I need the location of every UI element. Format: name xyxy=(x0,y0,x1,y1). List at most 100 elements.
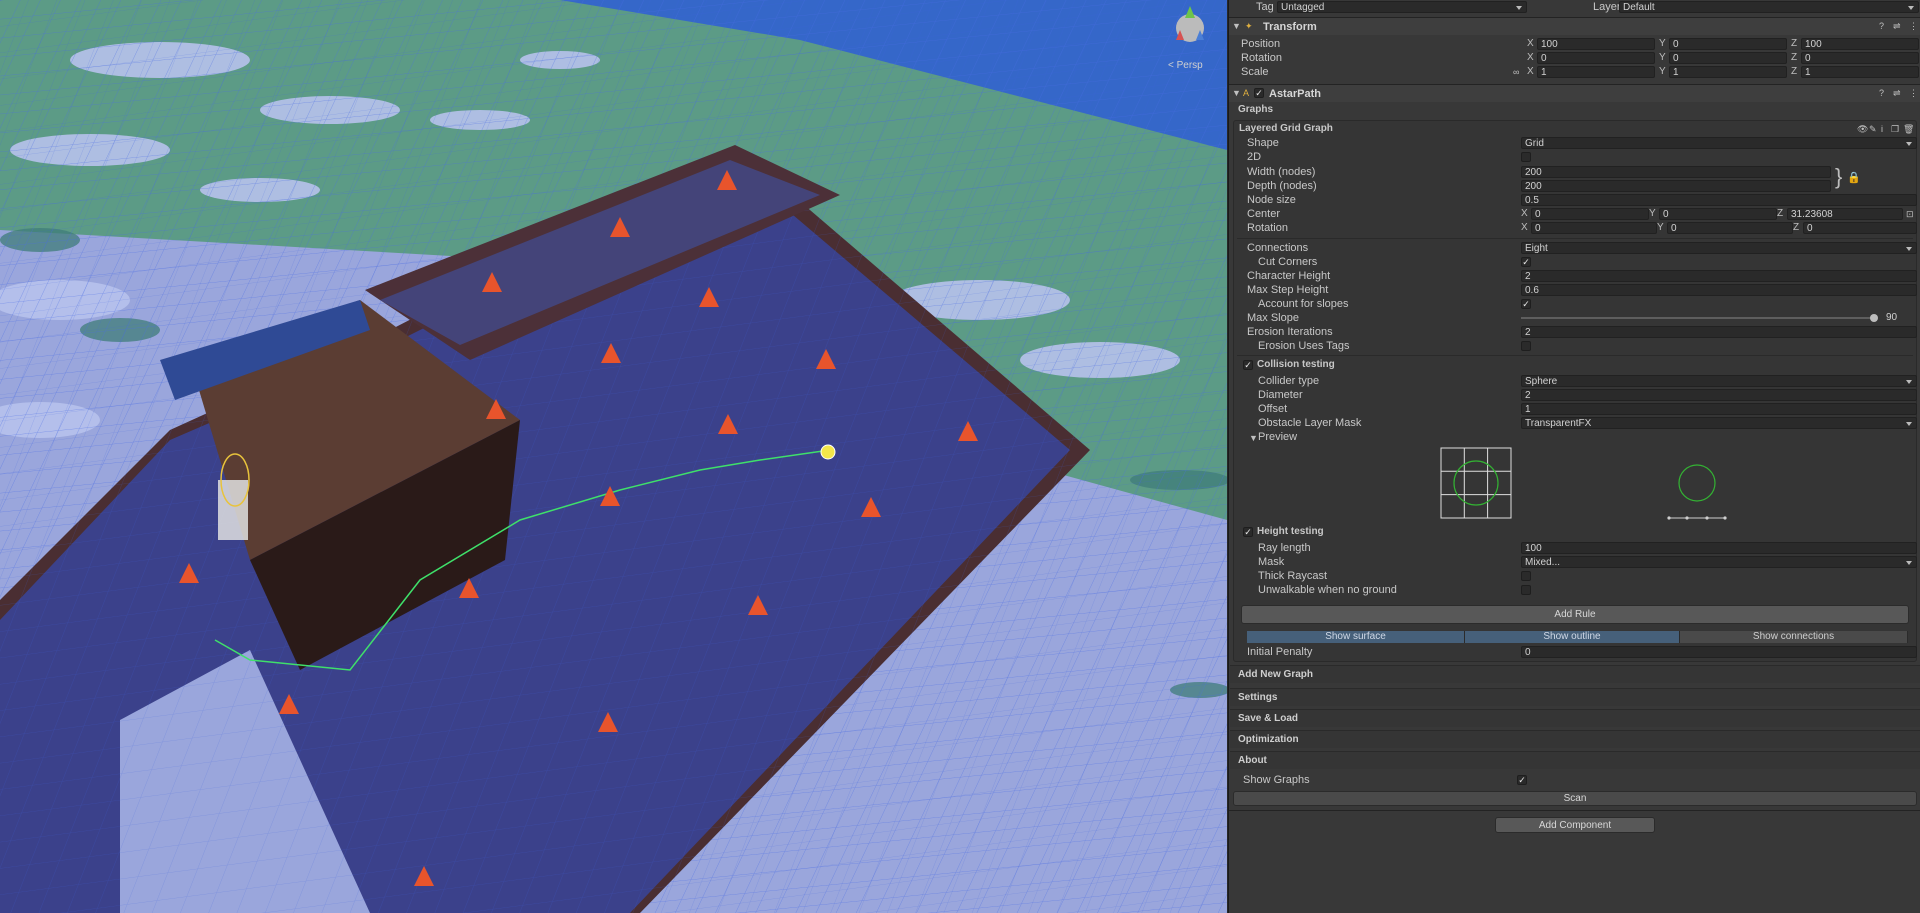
diameter-field[interactable]: 2 xyxy=(1521,389,1917,401)
collider-type-dropdown[interactable]: Sphere xyxy=(1521,375,1917,387)
show-surface-toggle[interactable]: Show surface xyxy=(1247,631,1465,643)
x-axis-label: X xyxy=(1521,208,1528,219)
offset-row: Offset 1 xyxy=(1229,402,1920,416)
graph-rotation-z-field[interactable]: 0 xyxy=(1803,222,1917,234)
scene-canvas[interactable]: < Persp xyxy=(0,0,1227,913)
foldout-arrow-icon[interactable]: ▼ xyxy=(1232,21,1241,31)
account-slopes-checkbox[interactable]: ✓ xyxy=(1521,299,1531,309)
account-slopes-label: Account for slopes xyxy=(1258,298,1349,310)
collision-label: Collision testing xyxy=(1257,359,1335,370)
max-slope-handle[interactable] xyxy=(1870,314,1878,322)
show-graphs-checkbox[interactable]: ✓ xyxy=(1517,775,1527,785)
rotation-z-field[interactable]: 0 xyxy=(1801,52,1919,64)
snap-icon[interactable]: ⊡ xyxy=(1906,207,1914,221)
scan-button[interactable]: Scan xyxy=(1233,791,1917,806)
help-icon[interactable]: ? xyxy=(1879,88,1884,98)
save-load-header[interactable]: Save & Load xyxy=(1230,709,1920,727)
preview-row: ▼ Preview xyxy=(1229,430,1920,444)
x-axis-label: X xyxy=(1527,52,1534,63)
obstacle-mask-row: Obstacle Layer Mask TransparentFX xyxy=(1229,416,1920,430)
shape-label: Shape xyxy=(1247,137,1279,149)
tag-layer-row: Tag Untagged Layer Default xyxy=(1229,0,1920,14)
depth-field[interactable]: 200 xyxy=(1521,180,1831,192)
erosion-tags-row: Erosion Uses Tags xyxy=(1229,339,1920,353)
height-testing-checkbox[interactable]: ✓ xyxy=(1243,527,1253,537)
rotation-x-field[interactable]: 0 xyxy=(1537,52,1655,64)
scale-z-field[interactable]: 1 xyxy=(1801,66,1919,78)
layer-dropdown[interactable]: Default xyxy=(1619,1,1919,13)
max-slope-field[interactable]: 90 xyxy=(1883,312,1917,324)
rotation-y-field[interactable]: 0 xyxy=(1669,52,1787,64)
erosion-tags-checkbox[interactable] xyxy=(1521,341,1531,351)
settings-header[interactable]: Settings xyxy=(1230,688,1920,706)
scene-view[interactable]: < Persp xyxy=(0,0,1227,913)
kebab-menu-icon[interactable]: ⋮ xyxy=(1909,88,1918,99)
offset-field[interactable]: 1 xyxy=(1521,403,1917,415)
eye-icon[interactable]: 👁 xyxy=(1857,122,1868,136)
max-step-height-field[interactable]: 0.6 xyxy=(1521,284,1917,296)
mask-dropdown[interactable]: Mixed... xyxy=(1521,556,1917,568)
width-field[interactable]: 200 xyxy=(1521,166,1831,178)
erosion-iterations-row: Erosion Iterations 2 xyxy=(1229,325,1920,339)
collision-checkbox[interactable]: ✓ xyxy=(1243,360,1253,370)
astarpath-header[interactable]: ▼ A ✓ AstarPath ? ⇌ ⋮ xyxy=(1229,84,1920,102)
scale-x-field[interactable]: 1 xyxy=(1537,66,1655,78)
presets-icon[interactable]: ⇌ xyxy=(1893,21,1901,32)
add-component-button[interactable]: Add Component xyxy=(1495,817,1655,833)
add-new-graph-header[interactable]: Add New Graph xyxy=(1230,665,1920,683)
character-height-field[interactable]: 2 xyxy=(1521,270,1917,282)
foldout-arrow-icon[interactable]: ▼ xyxy=(1232,88,1241,98)
position-z-field[interactable]: 100 xyxy=(1801,38,1919,50)
tag-dropdown[interactable]: Untagged xyxy=(1277,1,1527,13)
cut-corners-checkbox[interactable]: ✓ xyxy=(1521,257,1531,267)
delete-icon[interactable]: 🗑 xyxy=(1903,122,1914,136)
info-icon[interactable]: i xyxy=(1881,122,1883,136)
thick-raycast-checkbox[interactable] xyxy=(1521,571,1531,581)
graph-rotation-y-field[interactable]: 0 xyxy=(1667,222,1793,234)
initial-penalty-label: Initial Penalty xyxy=(1247,646,1313,658)
max-slope-row: Max Slope 90 xyxy=(1229,311,1920,325)
foldout-arrow-icon[interactable]: ▼ xyxy=(1249,431,1258,445)
center-y-field[interactable]: 0 xyxy=(1659,208,1777,220)
graph-rotation-x-field[interactable]: 0 xyxy=(1531,222,1657,234)
transform-icon: ✦ xyxy=(1245,21,1253,31)
collider-type-row: Collider type Sphere xyxy=(1229,374,1920,388)
show-connections-toggle[interactable]: Show connections xyxy=(1680,631,1908,643)
target-marker[interactable] xyxy=(820,444,836,460)
edit-icon[interactable]: ✎ xyxy=(1869,122,1877,136)
add-rule-button[interactable]: Add Rule xyxy=(1241,605,1909,624)
thick-raycast-row: Thick Raycast xyxy=(1229,569,1920,583)
graph-name: Layered Grid Graph xyxy=(1239,123,1333,134)
ray-length-field[interactable]: 100 xyxy=(1521,542,1917,554)
copy-icon[interactable]: ❐ xyxy=(1891,122,1899,136)
lock-icon[interactable]: 🔒 xyxy=(1847,171,1861,184)
optimization-header[interactable]: Optimization xyxy=(1230,730,1920,748)
position-x-field[interactable]: 100 xyxy=(1537,38,1655,50)
x-axis-label: X xyxy=(1527,38,1534,49)
shape-dropdown[interactable]: Grid xyxy=(1521,137,1917,149)
graph-rotation-label: Rotation xyxy=(1247,222,1288,234)
transform-header[interactable]: ▼ ✦ Transform ? ⇌ ⋮ xyxy=(1229,17,1920,35)
scale-y-field[interactable]: 1 xyxy=(1669,66,1787,78)
kebab-menu-icon[interactable]: ⋮ xyxy=(1909,21,1918,32)
center-x-field[interactable]: 0 xyxy=(1531,208,1649,220)
max-slope-track[interactable] xyxy=(1521,317,1871,319)
center-z-field[interactable]: 31.23608 xyxy=(1787,208,1903,220)
presets-icon[interactable]: ⇌ xyxy=(1893,88,1901,99)
node-size-field[interactable]: 0.5 xyxy=(1521,194,1917,206)
about-header[interactable]: About xyxy=(1230,751,1920,769)
2d-checkbox[interactable] xyxy=(1521,152,1531,162)
persp-label[interactable]: < Persp xyxy=(1168,60,1203,71)
show-outline-toggle[interactable]: Show outline xyxy=(1465,631,1680,643)
connections-dropdown[interactable]: Eight xyxy=(1521,242,1917,254)
rotation-label: Rotation xyxy=(1241,52,1282,64)
graph-rotation-row: Rotation X 0 Y 0 Z 0 xyxy=(1229,221,1920,235)
help-icon[interactable]: ? xyxy=(1879,21,1884,31)
link-icon[interactable]: ∞ xyxy=(1513,65,1519,79)
initial-penalty-field[interactable]: 0 xyxy=(1521,646,1917,658)
component-enabled-checkbox[interactable]: ✓ xyxy=(1254,88,1264,98)
obstacle-mask-dropdown[interactable]: TransparentFX xyxy=(1521,417,1917,429)
position-y-field[interactable]: 0 xyxy=(1669,38,1787,50)
unwalkable-checkbox[interactable] xyxy=(1521,585,1531,595)
erosion-iterations-field[interactable]: 2 xyxy=(1521,326,1917,338)
